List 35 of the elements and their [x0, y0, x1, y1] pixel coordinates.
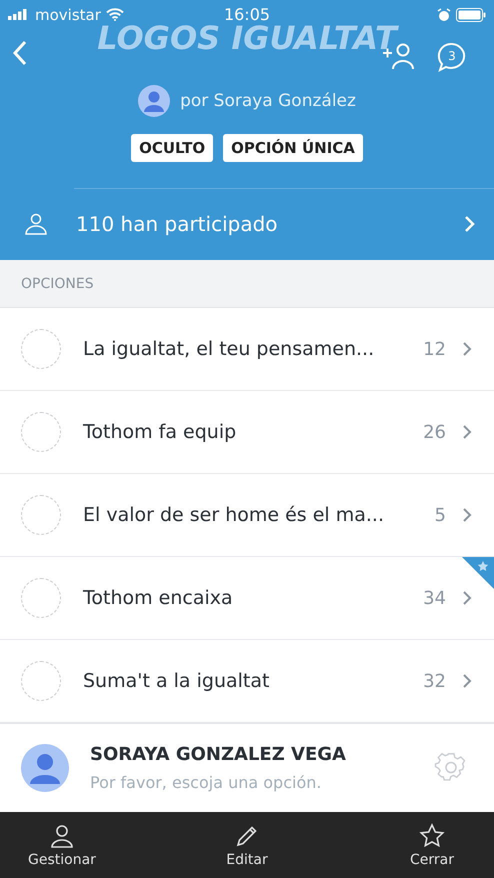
chevron-icon [462, 590, 472, 606]
poll-option[interactable]: Tothom fa equip 26 [0, 391, 494, 474]
toolbar-button[interactable]: Editar [197, 812, 297, 878]
poll-option[interactable]: Tothom encaixa 34 [0, 557, 494, 640]
back-icon[interactable] [12, 40, 28, 66]
radio-button[interactable] [21, 329, 61, 369]
chevron-icon [462, 341, 472, 357]
toolbar-button[interactable]: Gestionar [12, 812, 112, 878]
poll-option[interactable]: La igualtat, el teu pensamen... 12 [0, 308, 494, 391]
radio-button[interactable] [21, 495, 61, 535]
chevron-icon [464, 215, 476, 234]
author-name: por Soraya González [180, 90, 356, 111]
poll-tag: OPCIÓN ÚNICA [223, 134, 363, 162]
radio-button[interactable] [21, 412, 61, 452]
participants-count: 110 han participado [76, 212, 279, 236]
person-icon [49, 822, 75, 848]
avatar-icon [138, 84, 170, 117]
instruction-text: Por favor, escoja una opción. [90, 773, 322, 792]
clock-time: 16:05 [224, 5, 270, 24]
wifi-icon [106, 8, 124, 22]
radio-button[interactable] [21, 661, 61, 701]
star-icon [419, 822, 445, 848]
chevron-icon [462, 507, 472, 523]
poll-tag: OCULTO [131, 134, 214, 162]
carrier-name: movistar [35, 6, 101, 24]
avatar-icon [21, 744, 69, 792]
user-name: SORAYA GONZALEZ VEGA [90, 744, 347, 765]
poll-option[interactable]: El valor de ser home és el ma... 5 [0, 474, 494, 557]
toolbar-button[interactable]: Cerrar [382, 812, 482, 878]
chevron-icon [462, 424, 472, 440]
battery-icon [456, 8, 486, 22]
radio-button[interactable] [21, 578, 61, 618]
chevron-icon [462, 673, 472, 689]
person-icon [24, 212, 48, 236]
alarm-icon [436, 8, 451, 22]
